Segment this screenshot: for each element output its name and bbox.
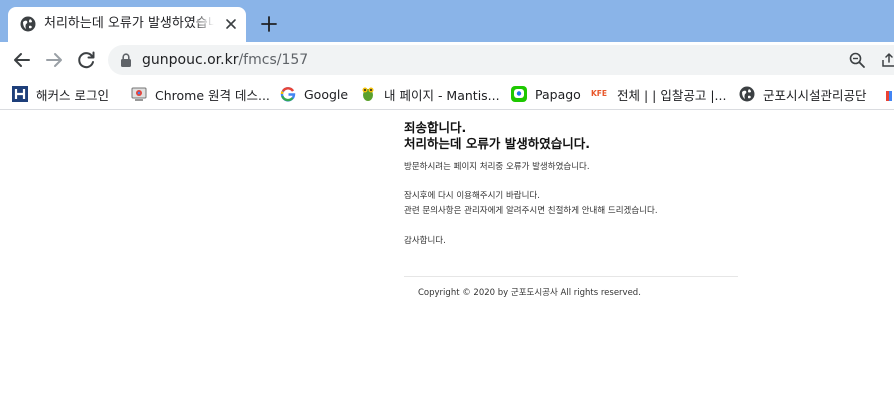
retry-message: 잠시후에 다시 이용해주시기 바랍니다. — [404, 191, 540, 201]
google-g-icon — [280, 87, 296, 102]
bookmark-mantis[interactable]: 내 페이지 - Mantis... — [360, 83, 500, 105]
lock-icon[interactable] — [120, 53, 132, 67]
bookmark-label: 해커스 로그인 — [36, 87, 109, 103]
copyright-text: Copyright © 2020 by 군포도시공사 All rights re… — [418, 288, 641, 298]
tab-active[interactable]: 처리하는데 오류가 발생하였습니다 — [8, 7, 246, 42]
bookmark-label: Google — [304, 86, 349, 102]
bookmark-label: Chrome 원격 데스... — [155, 87, 270, 103]
bookmark-label: 내 페이지 - Mantis... — [384, 87, 500, 103]
toolbar: gunpouc.or.kr/fmcs/157 — [0, 42, 894, 78]
close-icon[interactable] — [223, 16, 239, 32]
page-content: 죄송합니다. 처리하는데 오류가 발생하였습니다. 방문하시려는 페이지 처리중… — [0, 110, 894, 414]
bookmark-kfe[interactable]: KFE 전체 | | 입찰공고 |... — [591, 83, 726, 105]
forward-arrow-icon[interactable] — [42, 48, 66, 72]
url-host: gunpouc.or.kr — [142, 52, 239, 68]
tab-title: 처리하는데 오류가 발생하였습니다 — [44, 16, 214, 31]
reload-icon[interactable] — [74, 48, 98, 72]
zoom-icon[interactable] — [848, 51, 866, 69]
chrome-remote-desktop-icon — [131, 87, 147, 101]
contact-message: 관련 문의사항은 관리자에게 알려주시면 친절하게 안내해 드리겠습니다. — [404, 206, 658, 216]
kfe-icon: KFE — [591, 89, 608, 98]
url-path: /fmcs/157 — [238, 52, 309, 68]
bookmark-label: 전체 | | 입찰공고 |... — [617, 87, 727, 103]
bookmarks-bar: 해커스 로그인 Chrome 원격 데스... Google 내 페이지 - M… — [0, 78, 894, 110]
bookmark-google[interactable]: Google — [280, 83, 348, 105]
bookmark-hackers[interactable]: 해커스 로그인 — [12, 83, 109, 105]
error-heading: 죄송합니다. 처리하는데 오류가 발생하였습니다. — [404, 120, 590, 152]
papago-icon — [511, 86, 527, 102]
share-icon[interactable] — [880, 51, 894, 69]
mantis-icon — [362, 87, 374, 101]
thanks-message: 감사합니다. — [404, 236, 446, 246]
bookmark-overflow-icon[interactable] — [886, 91, 894, 101]
heading-line-2: 처리하는데 오류가 발생하였습니다. — [404, 136, 590, 151]
bookmark-label: Papago — [535, 86, 581, 102]
heading-line-1: 죄송합니다. — [404, 120, 467, 135]
url-text[interactable]: gunpouc.or.kr/fmcs/157 — [142, 51, 308, 69]
bookmark-papago[interactable]: Papago — [511, 83, 581, 105]
bookmark-label: 군포시시설관리공단 — [763, 87, 867, 103]
globe-icon — [20, 16, 36, 32]
bookmark-gunpo[interactable]: 군포시시설관리공단 — [739, 83, 867, 105]
globe-icon — [739, 86, 755, 102]
bookmark-chrome-remote[interactable]: Chrome 원격 데스... — [131, 83, 270, 105]
new-tab-icon[interactable] — [259, 14, 279, 34]
footer-divider — [404, 276, 738, 277]
error-message: 방문하시려는 페이지 처리중 오류가 발생하였습니다. — [404, 162, 590, 172]
back-arrow-icon[interactable] — [10, 48, 34, 72]
hackers-h-icon — [12, 86, 28, 102]
tab-strip: 처리하는데 오류가 발생하였습니다 — [0, 0, 894, 42]
address-bar[interactable]: gunpouc.or.kr/fmcs/157 — [108, 45, 894, 75]
